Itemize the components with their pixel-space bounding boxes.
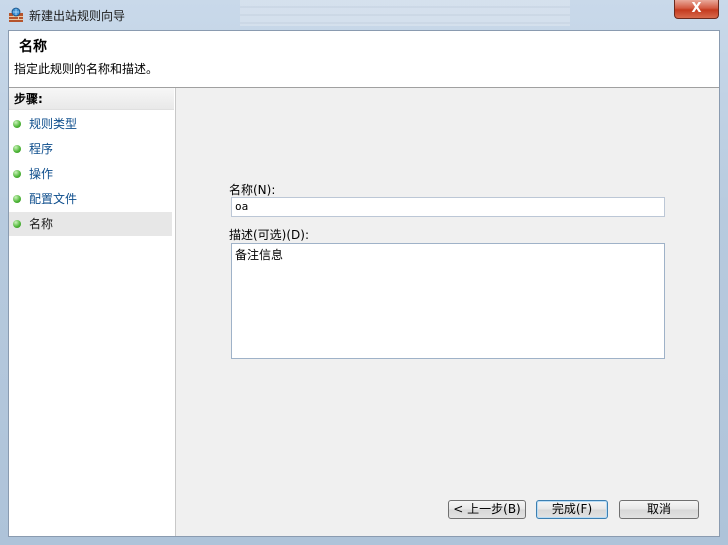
finish-button[interactable]: 完成(F) — [536, 500, 608, 519]
step-label: 操作 — [29, 167, 54, 181]
back-button[interactable]: < 上一步(B) — [448, 500, 526, 519]
wall-fire-icon — [9, 7, 23, 22]
title-bar: 新建出站规则向导 X — [0, 0, 728, 30]
close-icon[interactable]: X — [674, 0, 719, 19]
step-program[interactable]: 程序 — [9, 137, 172, 161]
step-name[interactable]: 名称 — [9, 212, 172, 236]
step-rule-type[interactable]: 规则类型 — [9, 112, 172, 136]
description-label: 描述(可选)(D): — [229, 228, 310, 242]
page-title: 名称 — [19, 39, 47, 55]
steps-heading: 步骤: — [9, 88, 174, 110]
step-bullet-icon — [13, 195, 21, 203]
step-bullet-icon — [13, 220, 21, 228]
step-label: 名称 — [29, 217, 54, 231]
step-label: 规则类型 — [29, 117, 78, 131]
step-label: 配置文件 — [29, 192, 78, 206]
wizard-header: 名称 指定此规则的名称和描述。 — [9, 31, 719, 88]
window-frame: 新建出站规则向导 X 名称 指定此规则的名称和描述。 步骤: 规则类型 程序 操… — [0, 0, 728, 545]
description-textarea[interactable]: 备注信息 — [231, 243, 665, 359]
window-title: 新建出站规则向导 — [29, 9, 126, 23]
step-bullet-icon — [13, 145, 21, 153]
step-action[interactable]: 操作 — [9, 162, 172, 186]
page-subtitle: 指定此规则的名称和描述。 — [14, 62, 159, 76]
background-window-ghost — [240, 0, 570, 26]
name-input[interactable]: oa — [231, 197, 665, 217]
step-bullet-icon — [13, 120, 21, 128]
cancel-button[interactable]: 取消 — [619, 500, 699, 519]
wizard-body: 名称 指定此规则的名称和描述。 步骤: 规则类型 程序 操作 配置文件 名称 名… — [8, 30, 720, 537]
step-label: 程序 — [29, 142, 54, 156]
step-profile[interactable]: 配置文件 — [9, 187, 172, 211]
step-bullet-icon — [13, 170, 21, 178]
name-label: 名称(N): — [229, 183, 276, 197]
steps-panel: 步骤: 规则类型 程序 操作 配置文件 名称 — [9, 88, 176, 536]
